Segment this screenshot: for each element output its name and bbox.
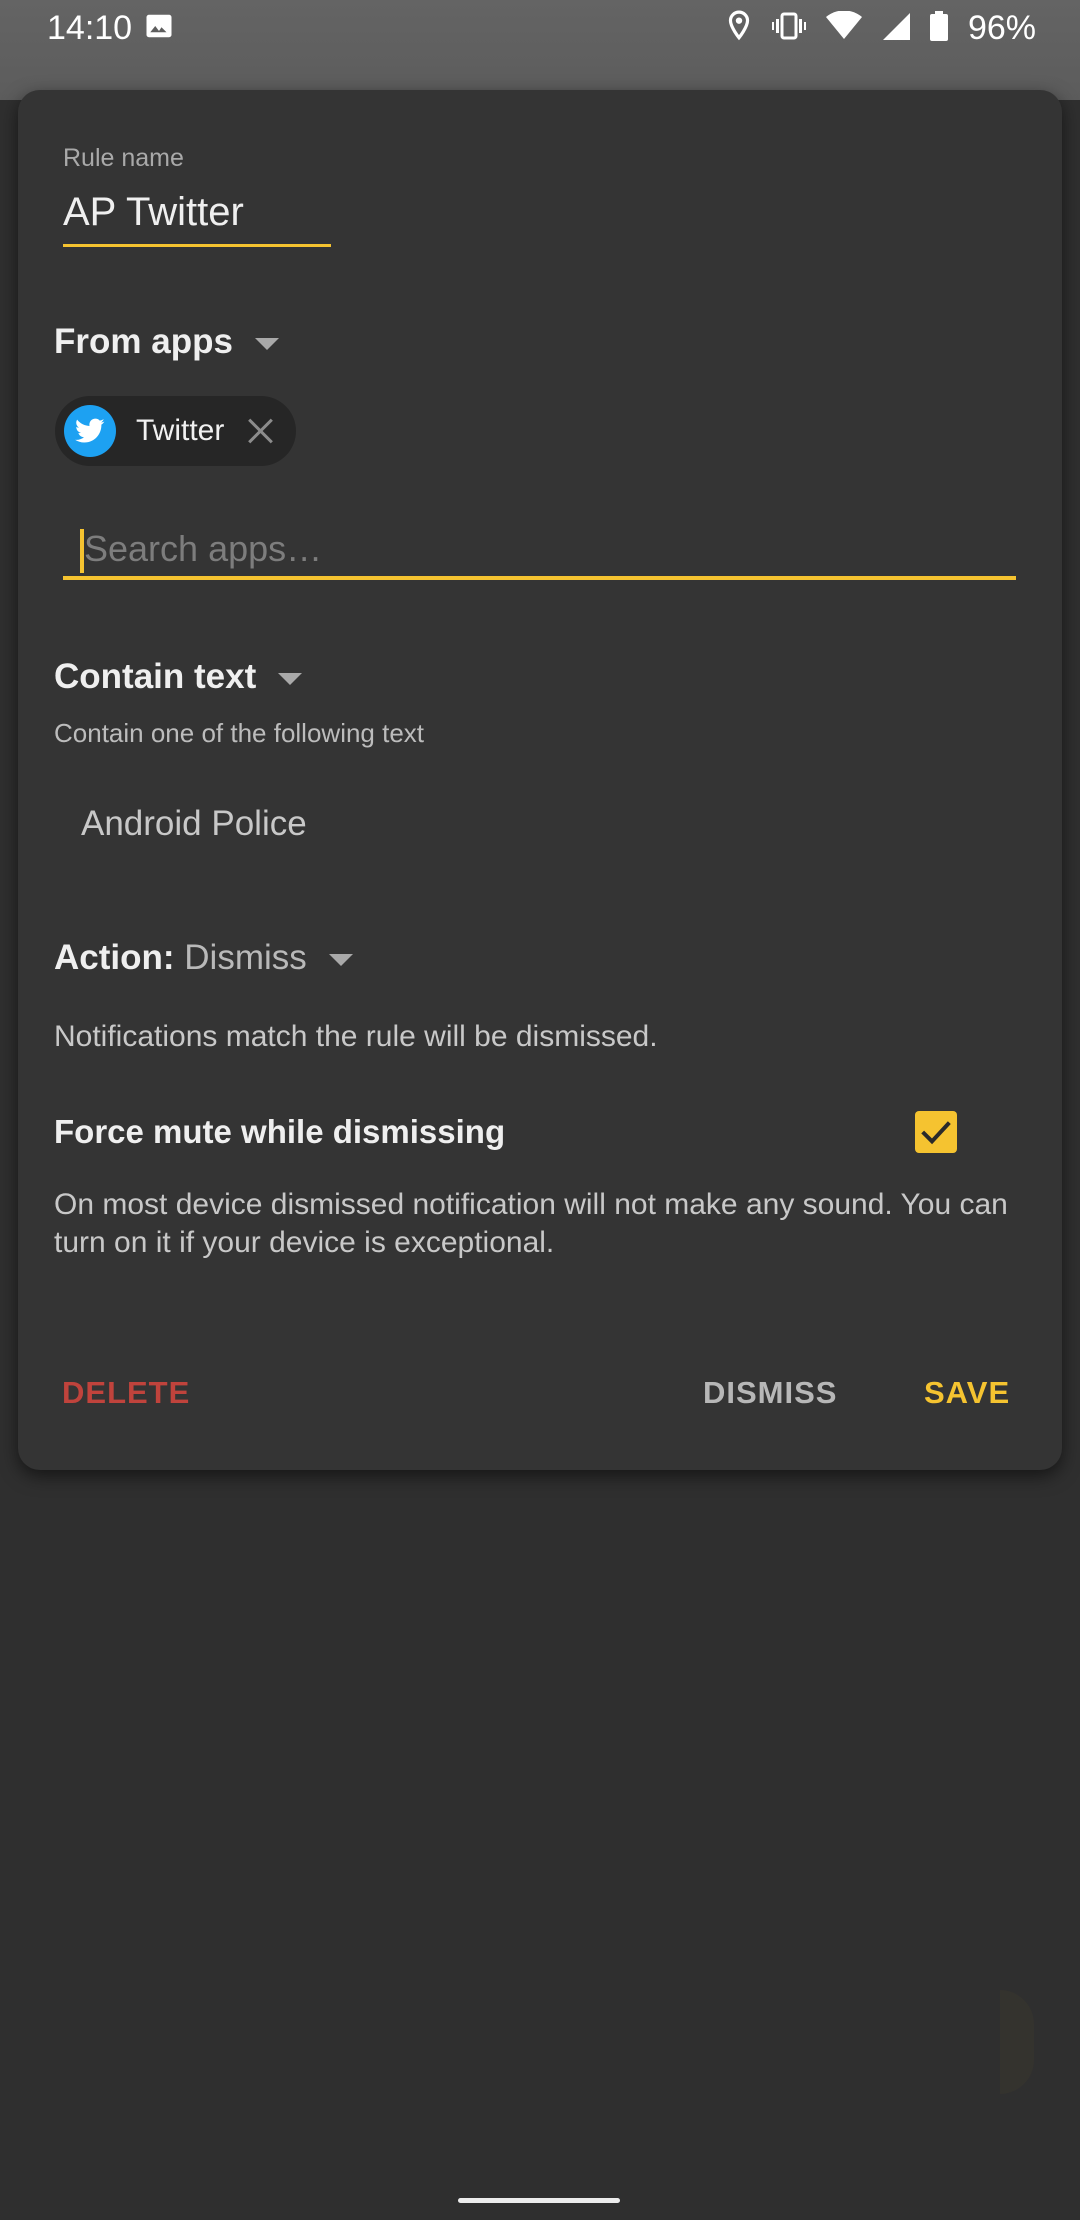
from-apps-dropdown[interactable]: From apps [54, 322, 279, 362]
contain-text-dropdown[interactable]: Contain text [54, 657, 303, 697]
rule-name-input[interactable]: AP Twitter [63, 190, 331, 247]
vibrate-icon [771, 11, 806, 46]
screen: 14:10 96% Rule name AP Twitter From apps… [0, 0, 1080, 2220]
location-icon [726, 10, 752, 47]
rule-editor-dialog: Rule name AP Twitter From apps Twitter S… [18, 90, 1062, 1470]
gesture-navigation-bar[interactable] [458, 2198, 620, 2203]
app-chip-twitter: Twitter [55, 396, 297, 466]
action-dropdown[interactable]: Action: Dismiss [54, 938, 353, 978]
wifi-icon [825, 9, 862, 46]
save-button[interactable]: SAVE [924, 1375, 1010, 1411]
chevron-down-icon [278, 672, 303, 685]
action-description: Notifications match the rule will be dis… [54, 1020, 658, 1053]
from-apps-title: From apps [54, 322, 233, 361]
rule-name-label: Rule name [63, 144, 184, 172]
app-chip-label: Twitter [136, 414, 225, 447]
dismiss-button[interactable]: DISMISS [703, 1375, 837, 1411]
close-icon[interactable] [246, 417, 274, 445]
action-value: Dismiss [184, 938, 307, 977]
search-apps-input[interactable]: Search apps… [63, 522, 1016, 580]
battery-icon [929, 10, 948, 46]
battery-percentage: 96% [967, 9, 1036, 47]
check-icon [921, 1121, 951, 1145]
status-time: 14:10 [47, 9, 133, 47]
signal-icon [882, 11, 910, 46]
delete-button[interactable]: DELETE [62, 1375, 190, 1411]
force-mute-description: On most device dismissed notification wi… [54, 1188, 1008, 1259]
chevron-down-icon [254, 337, 279, 350]
contain-text-value[interactable]: Android Police [81, 804, 307, 844]
force-mute-checkbox[interactable] [915, 1111, 957, 1153]
action-label: Action: [54, 938, 175, 977]
twitter-icon [64, 405, 116, 457]
contain-text-caption: Contain one of the following text [54, 718, 425, 748]
contain-text-title: Contain text [54, 657, 257, 696]
chevron-down-icon [328, 953, 353, 966]
image-icon [144, 11, 174, 46]
status-bar: 14:10 96% [0, 0, 1080, 100]
status-icons: 96% [726, 8, 1036, 48]
search-placeholder: Search apps… [84, 528, 323, 569]
force-mute-title: Force mute while dismissing [54, 1113, 506, 1150]
